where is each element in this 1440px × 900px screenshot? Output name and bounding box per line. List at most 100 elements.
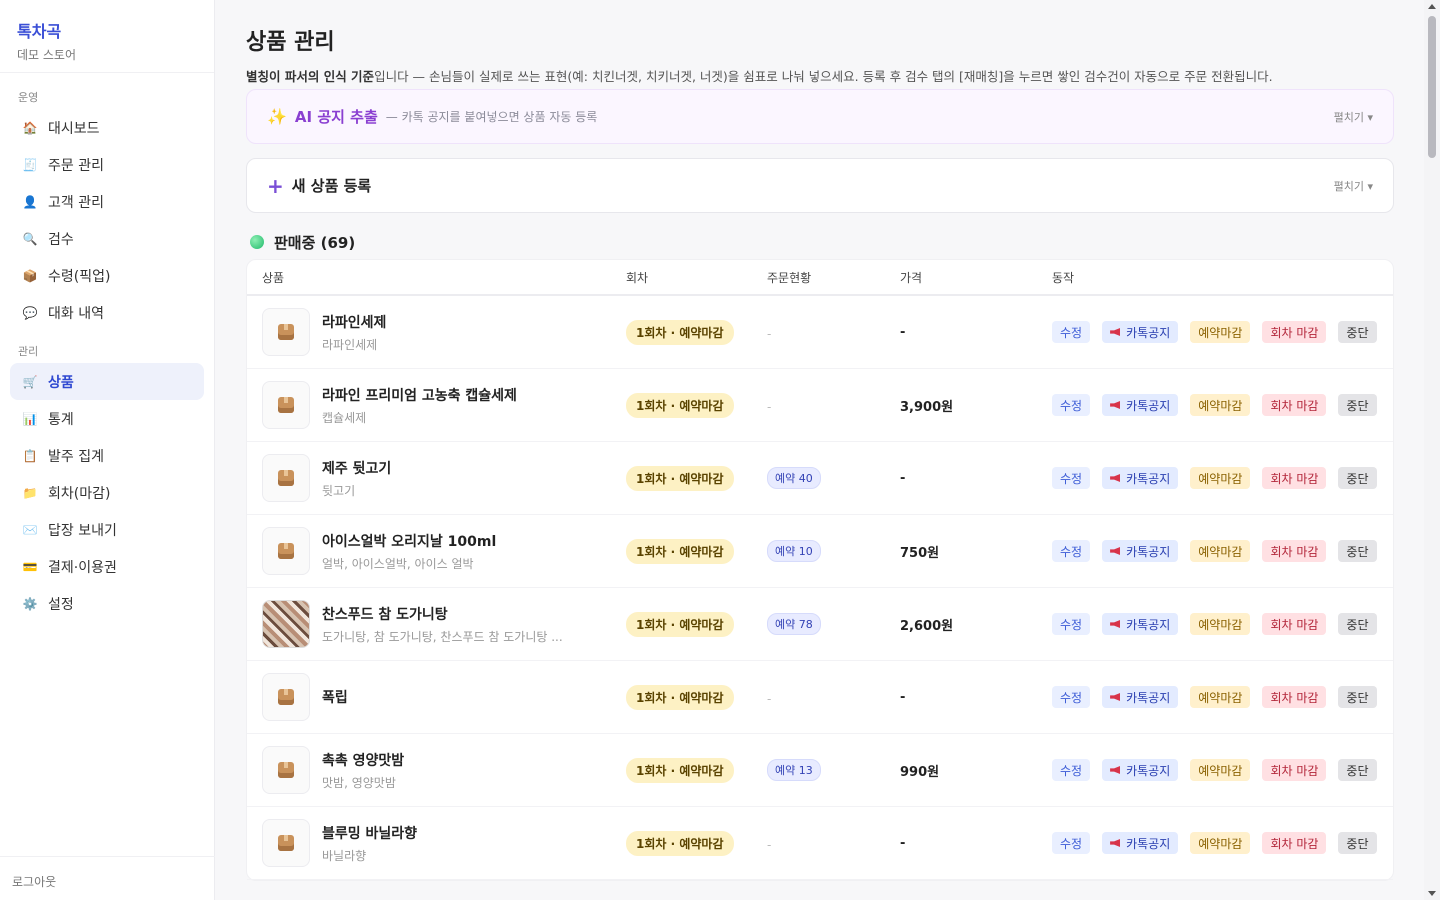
ops-nav: 🏠 대시보드 🧾 주문 관리 👤 고객 관리 🔍 검수 📦 수령(픽업) 💬 대화 내역 [0, 109, 214, 331]
round-close-button[interactable]: 회차 마감 [1262, 832, 1327, 854]
stop-sale-button[interactable]: 중단 [1338, 467, 1377, 489]
round-close-button[interactable]: 회차 마감 [1262, 394, 1327, 416]
reservation-close-button[interactable]: 예약마감 [1190, 686, 1251, 708]
sidebar-item[interactable]: 🛒 상품 [10, 363, 204, 400]
new-product-panel[interactable]: + 새 상품 등록 펼치기 ▾ [246, 158, 1394, 213]
round-badge: 1회차 · 예약마감 [626, 611, 734, 637]
sidebar-item[interactable]: ✉️ 답장 보내기 [10, 511, 204, 548]
product-name: 라파인세제 [322, 314, 387, 331]
table-header: 상품 회차 주문현황 가격 동작 [247, 260, 1393, 296]
sidebar-item-label: 대시보드 [48, 120, 100, 137]
kakao-notice-button[interactable]: 카톡공지 [1102, 686, 1179, 708]
kakao-notice-button[interactable]: 카톡공지 [1102, 321, 1179, 343]
round-close-button[interactable]: 회차 마감 [1262, 540, 1327, 562]
product-name: 블루밍 바닐라향 [322, 825, 418, 842]
scroll-down-arrow-icon[interactable] [1428, 891, 1436, 896]
kakao-notice-button[interactable]: 카톡공지 [1102, 832, 1179, 854]
megaphone-icon [1110, 547, 1121, 555]
round-cell: 1회차 · 예약마감 [626, 319, 767, 345]
on-sale-section-header: 판매중 (69) [246, 231, 1394, 253]
stop-sale-button[interactable]: 중단 [1338, 613, 1377, 635]
product-name: 촉촉 영양맛밤 [322, 752, 405, 769]
reservation-close-button[interactable]: 예약마감 [1190, 540, 1251, 562]
sidebar-item[interactable]: 📋 발주 집계 [10, 437, 204, 474]
edit-button[interactable]: 수정 [1052, 467, 1091, 489]
product-alias: 라파인세제 [322, 337, 378, 352]
kakao-notice-button[interactable]: 카톡공지 [1102, 467, 1179, 489]
kakao-notice-button[interactable]: 카톡공지 [1102, 759, 1179, 781]
scroll-up-arrow-icon[interactable] [1428, 4, 1436, 9]
sidebar-item[interactable]: ⚙️ 설정 [10, 585, 204, 622]
sidebar-item[interactable]: 🔍 검수 [10, 220, 204, 257]
table-row: 찬스푸드 참 도가니탕 도가니탕, 참 도가니탕, 찬스푸드 참 도가니탕 ..… [247, 588, 1393, 661]
page-description-bold: 별칭이 파서의 인식 기준 [246, 69, 375, 84]
nav-icon: ⚙️ [22, 596, 38, 611]
kakao-notice-label: 카톡공지 [1126, 325, 1171, 340]
sidebar-item-label: 발주 집계 [48, 448, 104, 465]
actions-cell: 수정 카톡공지 예약마감 회차 마감 중단 [1052, 686, 1393, 708]
kakao-notice-button[interactable]: 카톡공지 [1102, 613, 1179, 635]
on-sale-section-title: 판매중 (69) [274, 233, 356, 252]
sidebar-item[interactable]: 📊 통계 [10, 400, 204, 437]
vertical-scrollbar[interactable] [1424, 0, 1440, 900]
stop-sale-button[interactable]: 중단 [1338, 321, 1377, 343]
sidebar-item-label: 수령(픽업) [48, 268, 111, 285]
edit-button[interactable]: 수정 [1052, 686, 1091, 708]
reservation-close-button[interactable]: 예약마감 [1190, 394, 1251, 416]
package-icon [278, 397, 294, 413]
reservation-close-button[interactable]: 예약마감 [1190, 321, 1251, 343]
kakao-notice-button[interactable]: 카톡공지 [1102, 540, 1179, 562]
ai-notice-extract-panel[interactable]: ✨ AI 공지 추출 — 카톡 공지를 붙여넣으면 상품 자동 등록 펼치기 ▾ [246, 89, 1394, 144]
scroll-thumb[interactable] [1428, 16, 1436, 158]
kakao-notice-button[interactable]: 카톡공지 [1102, 394, 1179, 416]
round-badge: 1회차 · 예약마감 [626, 684, 734, 710]
sidebar-item-label: 상품 [48, 374, 74, 391]
sidebar-item[interactable]: 💳 결제·이용권 [10, 548, 204, 585]
logout-button[interactable]: 로그아웃 [0, 856, 215, 900]
main-content: 상품 관리 별칭이 파서의 인식 기준입니다 — 손님들이 실제로 쓰는 표현(… [216, 0, 1424, 900]
stop-sale-button[interactable]: 중단 [1338, 394, 1377, 416]
brand-title[interactable]: 톡차곡 [17, 18, 197, 42]
sidebar-item[interactable]: 💬 대화 내역 [10, 294, 204, 331]
order-status-cell: - [767, 688, 900, 707]
product-thumbnail [262, 527, 310, 575]
round-cell: 1회차 · 예약마감 [626, 611, 767, 637]
new-product-expand-toggle[interactable]: 펼치기 ▾ [1334, 178, 1373, 194]
edit-button[interactable]: 수정 [1052, 759, 1091, 781]
round-close-button[interactable]: 회차 마감 [1262, 613, 1327, 635]
product-alias: 맛밤, 영양맛밤 [322, 775, 396, 790]
nav-icon: 📁 [22, 485, 38, 500]
round-badge: 1회차 · 예약마감 [626, 757, 734, 783]
nav-icon: 👤 [22, 194, 38, 209]
sidebar-item[interactable]: 🏠 대시보드 [10, 109, 204, 146]
sidebar-item-label: 결제·이용권 [48, 559, 117, 576]
reservation-close-button[interactable]: 예약마감 [1190, 832, 1251, 854]
round-close-button[interactable]: 회차 마감 [1262, 467, 1327, 489]
reservation-close-button[interactable]: 예약마감 [1190, 613, 1251, 635]
edit-button[interactable]: 수정 [1052, 540, 1091, 562]
stop-sale-button[interactable]: 중단 [1338, 759, 1377, 781]
round-close-button[interactable]: 회차 마감 [1262, 321, 1327, 343]
product-cell: 아이스얼박 오리지날 100ml 얼박, 아이스얼박, 아이스 얼박 [262, 527, 626, 575]
reservation-close-button[interactable]: 예약마감 [1190, 759, 1251, 781]
edit-button[interactable]: 수정 [1052, 321, 1091, 343]
product-thumbnail [262, 454, 310, 502]
edit-button[interactable]: 수정 [1052, 394, 1091, 416]
edit-button[interactable]: 수정 [1052, 613, 1091, 635]
reservation-close-button[interactable]: 예약마감 [1190, 467, 1251, 489]
stop-sale-button[interactable]: 중단 [1338, 832, 1377, 854]
ai-panel-expand-toggle[interactable]: 펼치기 ▾ [1334, 109, 1373, 125]
stop-sale-button[interactable]: 중단 [1338, 540, 1377, 562]
product-name: 찬스푸드 참 도가니탕 [322, 606, 448, 623]
sidebar-item[interactable]: 🧾 주문 관리 [10, 146, 204, 183]
round-close-button[interactable]: 회차 마감 [1262, 686, 1327, 708]
sidebar-item[interactable]: 👤 고객 관리 [10, 183, 204, 220]
product-alias: 캡슐세제 [322, 410, 367, 425]
edit-button[interactable]: 수정 [1052, 832, 1091, 854]
brand: 톡차곡 데모 스토어 [0, 0, 214, 73]
product-name: 아이스얼박 오리지날 100ml [322, 533, 497, 550]
stop-sale-button[interactable]: 중단 [1338, 686, 1377, 708]
round-close-button[interactable]: 회차 마감 [1262, 759, 1327, 781]
sidebar-item[interactable]: 📁 회차(마감) [10, 474, 204, 511]
sidebar-item[interactable]: 📦 수령(픽업) [10, 257, 204, 294]
